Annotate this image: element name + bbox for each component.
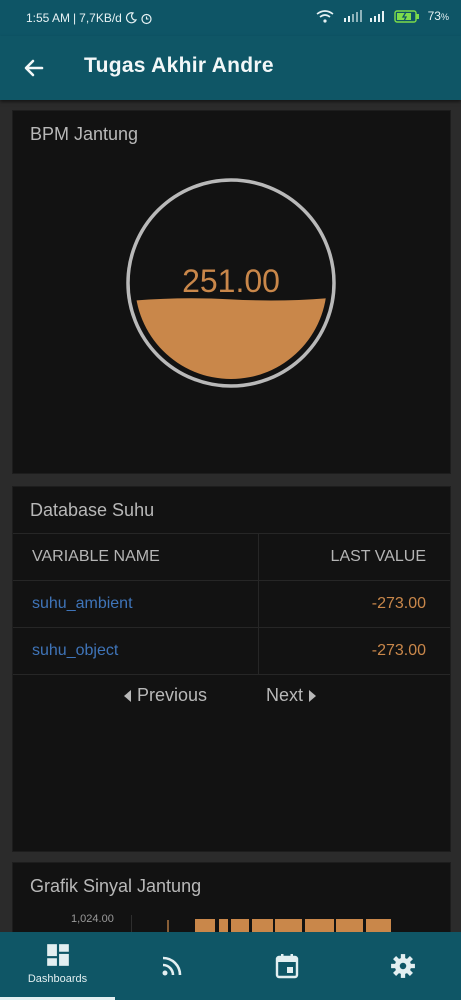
previous-button[interactable]: Previous [124, 685, 207, 706]
table-header-row: VARIABLE NAME LAST VALUE [13, 533, 450, 581]
status-left: 1:55 AM | 7,7KB/d [26, 11, 153, 25]
moon-icon [125, 12, 137, 24]
nav-calendar[interactable] [230, 932, 345, 1000]
bpm-card-title: BPM Jantung [30, 124, 139, 144]
wifi-icon [316, 9, 334, 23]
battery-percent: 73 [427, 9, 441, 23]
variables-table: VARIABLE NAME LAST VALUE suhu_ambient -2… [13, 533, 450, 675]
variable-name-link[interactable]: suhu_ambient [13, 580, 259, 628]
signal-icon-2 [369, 11, 384, 22]
bottom-navigation: Dashboards [0, 932, 461, 1000]
battery-charging-icon [393, 9, 419, 23]
app-bar: Tugas Akhir Andre [0, 36, 461, 100]
page-title: Tugas Akhir Andre [84, 54, 274, 77]
table-row: suhu_object -273.00 [13, 627, 450, 675]
status-bar: 1:55 AM | 7,7KB/d 73% [0, 0, 461, 36]
bpm-card: BPM Jantung 251.00 [12, 110, 451, 474]
previous-label: Previous [137, 685, 208, 705]
battery-unit: % [440, 12, 449, 22]
database-card-title: Database Suhu [30, 500, 155, 520]
variable-name-link[interactable]: suhu_object [13, 627, 259, 675]
nav-settings[interactable] [345, 932, 460, 1000]
bpm-liquid-fill [135, 297, 327, 379]
column-header-variable-name: VARIABLE NAME [13, 533, 259, 581]
status-separator: | [73, 11, 77, 25]
variable-last-value: -273.00 [258, 627, 450, 675]
status-speed: 7,7KB/d [79, 11, 122, 25]
bpm-value: 251.00 [182, 263, 280, 299]
graph-card-title: Grafik Sinyal Jantung [30, 876, 202, 896]
caret-right-icon [309, 689, 317, 702]
signal-icon-1 [343, 10, 362, 22]
variable-last-value: -273.00 [258, 580, 450, 628]
nav-dashboards[interactable]: Dashboards [0, 932, 115, 1000]
nav-dashboards-label: Dashboards [27, 973, 88, 985]
dashboard-icon [47, 944, 69, 966]
calendar-icon [275, 954, 299, 979]
next-button[interactable]: Next [266, 685, 317, 706]
database-card: Database Suhu VARIABLE NAME LAST VALUE s… [12, 486, 451, 852]
status-right: 73% [316, 9, 449, 23]
caret-left-icon [124, 689, 131, 702]
arrow-left-icon[interactable] [20, 54, 48, 82]
rss-feed-icon [162, 956, 182, 976]
table-row: suhu_ambient -273.00 [13, 580, 450, 628]
y-axis-tick-label: 1,024.00 [71, 913, 114, 925]
nav-feed[interactable] [115, 932, 230, 1000]
settings-gear-icon [391, 954, 415, 978]
status-time: 1:55 AM [26, 11, 71, 25]
alarm-icon [141, 13, 152, 24]
column-header-last-value: LAST VALUE [258, 533, 450, 581]
next-label: Next [266, 685, 304, 705]
